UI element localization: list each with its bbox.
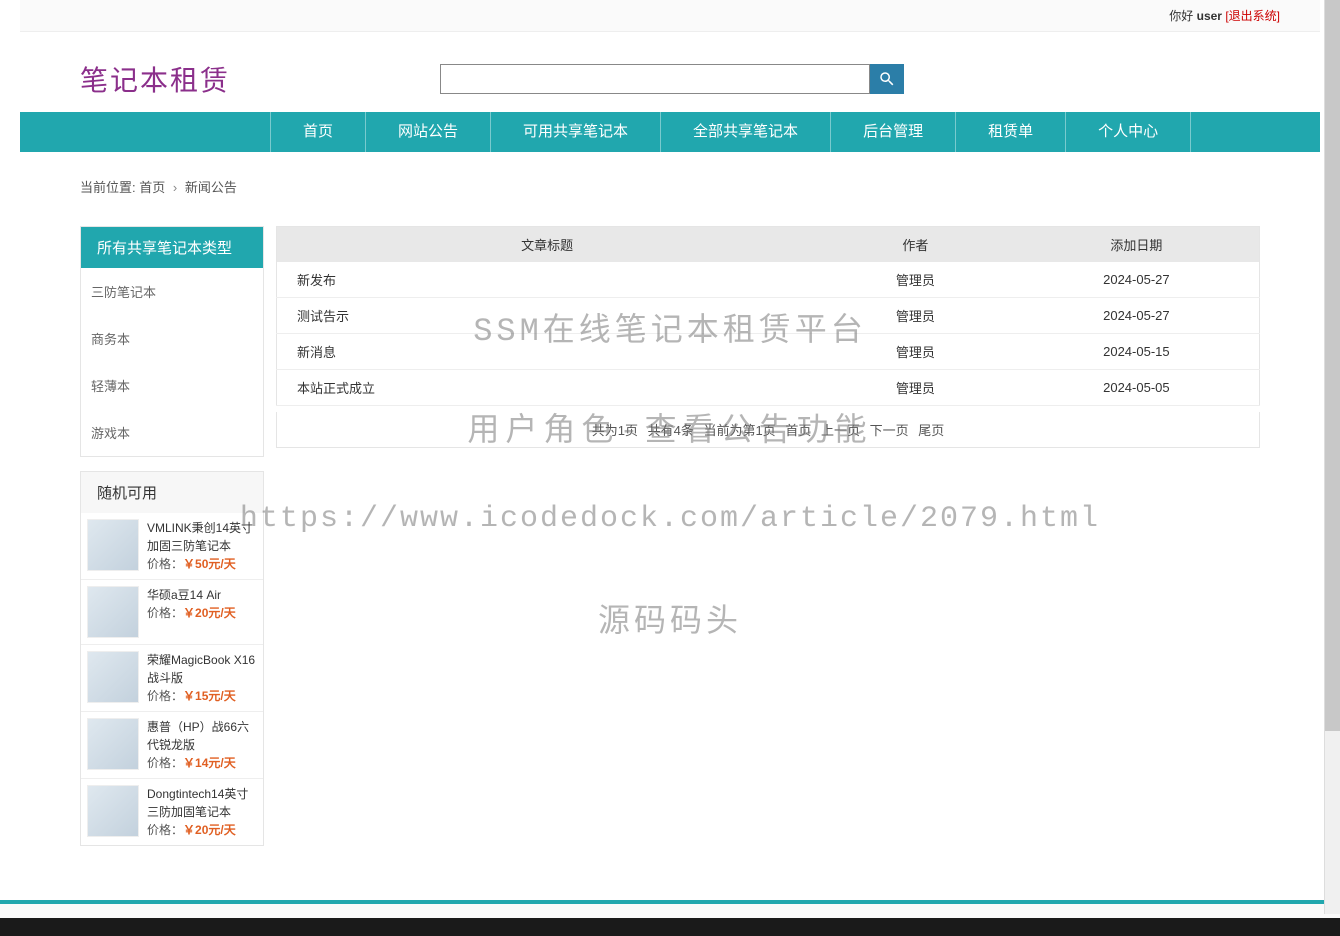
product-info: 惠普（HP）战66六代锐龙版价格：￥14元/天 [147,718,257,772]
product-info: 华硕a豆14 Air 价格：￥20元/天 [147,586,236,638]
product-thumbnail [87,519,139,571]
list-item[interactable]: VMLINK秉创14英寸加固三防笔记本价格：￥50元/天 [81,513,263,579]
pager-last[interactable]: 尾页 [918,423,944,438]
product-name: 华硕a豆14 Air [147,586,236,604]
search-icon [878,70,896,88]
random-title: 随机可用 [81,472,263,513]
list-item[interactable]: 荣耀MagicBook X16 战斗版价格：￥15元/天 [81,644,263,711]
table-row: 测试告示管理员2024-05-27 [277,298,1260,334]
main-panel: 文章标题 作者 添加日期 新发布管理员2024-05-27测试告示管理员2024… [276,226,1260,860]
row-author: 管理员 [817,298,1014,334]
sidebar-item-gaming[interactable]: 游戏本 [81,409,263,456]
product-info: Dongtintech14英寸三防加固笔记本价格：￥20元/天 [147,785,257,839]
row-date: 2024-05-15 [1014,334,1260,370]
table-row: 新消息管理员2024-05-15 [277,334,1260,370]
announcement-table: 文章标题 作者 添加日期 新发布管理员2024-05-27测试告示管理员2024… [276,226,1260,406]
row-author: 管理员 [817,262,1014,298]
nav-home[interactable]: 首页 [270,112,366,152]
pagination: 共为1页 共有4条 当前为第1页 首页 上一页 下一页 尾页 [276,412,1260,448]
pager-next[interactable]: 下一页 [870,423,909,438]
list-item[interactable]: 华硕a豆14 Air 价格：￥20元/天 [81,579,263,644]
price-label: 价格： [147,756,183,770]
product-info: VMLINK秉创14英寸加固三防笔记本价格：￥50元/天 [147,519,257,573]
table-row: 本站正式成立管理员2024-05-05 [277,370,1260,406]
product-info: 荣耀MagicBook X16 战斗版价格：￥15元/天 [147,651,257,705]
site-logo[interactable]: 笔记本租赁 [80,59,230,99]
price-label: 价格： [147,557,183,571]
list-item[interactable]: Dongtintech14英寸三防加固笔记本价格：￥20元/天 [81,778,263,845]
categories-box: 所有共享笔记本类型 三防笔记本 商务本 轻薄本 游戏本 [80,226,264,457]
price-value: ￥14元/天 [183,756,236,770]
nav-orders[interactable]: 租赁单 [956,112,1066,152]
row-title[interactable]: 新发布 [277,262,818,298]
search-button[interactable] [870,64,904,94]
search-box [440,64,904,94]
row-author: 管理员 [817,334,1014,370]
vertical-scrollbar[interactable]: ▲ [1324,0,1340,914]
list-item[interactable]: 惠普（HP）战66六代锐龙版价格：￥14元/天 [81,711,263,778]
row-author: 管理员 [817,370,1014,406]
breadcrumb-current: 新闻公告 [185,180,237,195]
pager-first[interactable]: 首页 [785,423,811,438]
price-label: 价格： [147,689,183,703]
row-title[interactable]: 测试告示 [277,298,818,334]
row-date: 2024-05-27 [1014,262,1260,298]
product-name: 荣耀MagicBook X16 战斗版 [147,651,257,687]
product-thumbnail [87,586,139,638]
chevron-right-icon: › [173,180,177,195]
price-value: ￥15元/天 [183,689,236,703]
col-date: 添加日期 [1014,227,1260,263]
nav-available[interactable]: 可用共享笔记本 [491,112,661,152]
scroll-thumb[interactable] [1325,0,1340,731]
nav-all[interactable]: 全部共享笔记本 [661,112,831,152]
pager-total: 共有4条 [648,423,694,438]
footer-text [0,904,1340,918]
price-label: 价格： [147,606,183,620]
price-value: ￥20元/天 [183,606,236,620]
sidebar: 所有共享笔记本类型 三防笔记本 商务本 轻薄本 游戏本 随机可用 VMLINK秉… [80,226,264,860]
categories-title: 所有共享笔记本类型 [81,227,263,268]
product-name: 惠普（HP）战66六代锐龙版 [147,718,257,754]
product-thumbnail [87,785,139,837]
bottom-strip [0,918,1340,936]
product-thumbnail [87,651,139,703]
table-row: 新发布管理员2024-05-27 [277,262,1260,298]
col-title: 文章标题 [277,227,818,263]
main-nav: 首页 网站公告 可用共享笔记本 全部共享笔记本 后台管理 租赁单 个人中心 [20,112,1320,152]
price-value: ￥20元/天 [183,823,236,837]
random-box: 随机可用 VMLINK秉创14英寸加固三防笔记本价格：￥50元/天华硕a豆14 … [80,471,264,846]
pager-current: 当前为第1页 [703,423,775,438]
product-thumbnail [87,718,139,770]
pager-prev[interactable]: 上一页 [821,423,860,438]
breadcrumb-label: 当前位置: [80,180,136,195]
breadcrumb-home[interactable]: 首页 [139,180,165,195]
sidebar-item-rugged[interactable]: 三防笔记本 [81,268,263,315]
greeting-text: 你好 [1169,9,1193,23]
col-author: 作者 [817,227,1014,263]
row-date: 2024-05-27 [1014,298,1260,334]
price-label: 价格： [147,823,183,837]
nav-profile[interactable]: 个人中心 [1066,112,1191,152]
sidebar-item-business[interactable]: 商务本 [81,315,263,362]
row-title[interactable]: 本站正式成立 [277,370,818,406]
product-name: Dongtintech14英寸三防加固笔记本 [147,785,257,821]
logout-link[interactable]: [退出系统] [1225,9,1280,23]
pager-pagecount: 共为1页 [592,423,638,438]
price-value: ￥50元/天 [183,557,236,571]
sidebar-item-thin[interactable]: 轻薄本 [81,362,263,409]
row-date: 2024-05-05 [1014,370,1260,406]
nav-admin[interactable]: 后台管理 [831,112,956,152]
top-bar: 你好 user [退出系统] [20,0,1320,32]
product-name: VMLINK秉创14英寸加固三防笔记本 [147,519,257,555]
search-input[interactable] [440,64,870,94]
header: 笔记本租赁 [20,32,1320,112]
breadcrumb: 当前位置: 首页 › 新闻公告 [80,152,1260,206]
row-title[interactable]: 新消息 [277,334,818,370]
nav-announce[interactable]: 网站公告 [366,112,491,152]
current-user: user [1197,9,1222,23]
